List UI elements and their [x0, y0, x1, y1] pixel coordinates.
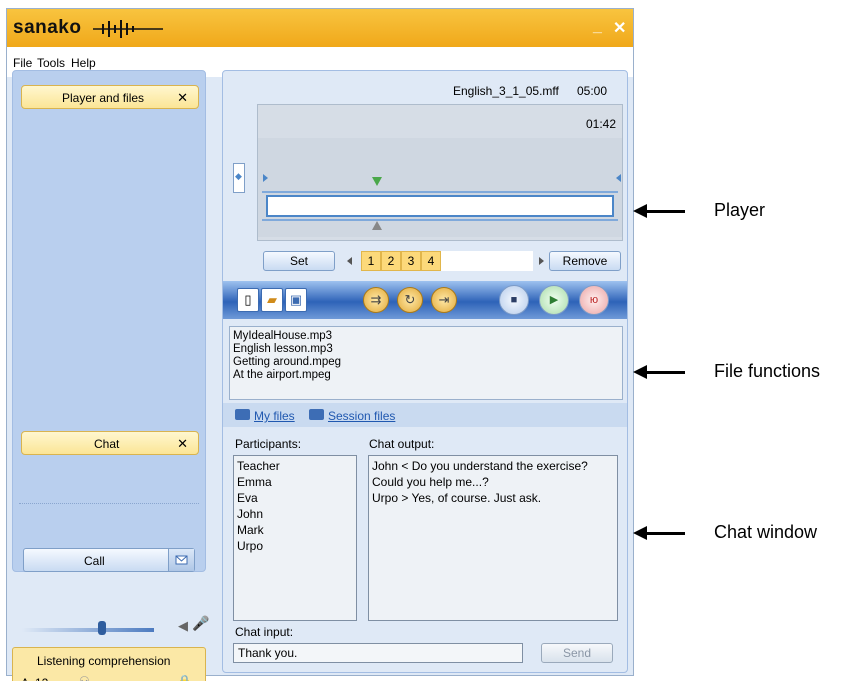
- bookmark-4[interactable]: 4: [421, 251, 441, 271]
- menu-tools[interactable]: Tools: [37, 56, 65, 70]
- player-and-files-label: Player and files: [62, 91, 145, 105]
- player-display: 01:42: [257, 104, 623, 241]
- participant[interactable]: Eva: [237, 490, 353, 506]
- file-item[interactable]: Getting around.mpeg: [233, 356, 619, 369]
- close-player-pill-icon[interactable]: ✕: [177, 90, 188, 106]
- chat-window-arrow-line: [645, 532, 685, 535]
- lock-icon[interactable]: 🔒: [177, 674, 192, 681]
- group-letter: A: [21, 676, 29, 681]
- transfer-icon[interactable]: ⇉: [363, 287, 389, 313]
- media-filename: English_3_1_05.mff: [453, 84, 559, 98]
- volume-slider-knob[interactable]: [98, 621, 106, 635]
- participant[interactable]: John: [237, 506, 353, 522]
- export-icon[interactable]: ⇥: [431, 287, 457, 313]
- file-toolbar: ▯ ▰ ▣ ⇉ ↻ ⇥ ■ ▶ ю: [223, 281, 627, 319]
- title-bar: sanako _ ✕: [7, 9, 633, 47]
- playback-track[interactable]: [266, 195, 614, 217]
- chat-output-label: Chat output:: [369, 437, 435, 451]
- tab-my-files[interactable]: My files: [254, 409, 295, 423]
- chat-input-label: Chat input:: [235, 625, 294, 639]
- tab-session-files[interactable]: Session files: [328, 409, 395, 423]
- my-files-icon: [235, 409, 250, 420]
- new-file-icon[interactable]: ▯: [237, 288, 259, 312]
- file-functions-arrow-icon: [633, 365, 647, 379]
- call-options-button[interactable]: [168, 549, 194, 571]
- volume-slider[interactable]: [22, 628, 154, 632]
- annotation-chat-window: Chat window: [714, 522, 818, 542]
- participant[interactable]: Urpo: [237, 538, 353, 554]
- prev-bookmark-icon[interactable]: [347, 257, 352, 265]
- position-marker-icon[interactable]: [372, 221, 382, 230]
- envelope-icon: [175, 555, 188, 565]
- group-count: 12: [35, 676, 48, 681]
- play-button[interactable]: ▶: [539, 285, 569, 315]
- divider: [19, 503, 199, 504]
- player-arrow-line: [645, 210, 685, 213]
- file-functions-arrow-line: [645, 371, 685, 374]
- chat-output: John < Do you understand the exercise? C…: [368, 455, 618, 621]
- player-and-files-pill[interactable]: Player and files ✕: [21, 85, 199, 109]
- chat-window-arrow-icon: [633, 526, 647, 540]
- close-chat-pill-icon[interactable]: ✕: [177, 436, 188, 452]
- annotation-player: Player: [714, 200, 766, 220]
- file-list: MyIdealHouse.mp3 English lesson.mp3 Gett…: [229, 326, 623, 400]
- set-bookmark-button[interactable]: Set: [263, 251, 335, 271]
- file-item[interactable]: MyIdealHouse.mp3: [233, 330, 619, 343]
- menu-file[interactable]: File: [13, 56, 32, 70]
- students-icon: ⚇: [79, 674, 90, 681]
- chat-pill[interactable]: Chat ✕: [21, 431, 199, 455]
- session-files-icon: [309, 409, 324, 420]
- record-button[interactable]: ю: [579, 285, 609, 315]
- chat-input[interactable]: Thank you.: [233, 643, 523, 663]
- close-button[interactable]: ✕: [613, 18, 626, 38]
- chat-message: Could you help me...?: [372, 475, 489, 489]
- participant[interactable]: Mark: [237, 522, 353, 538]
- open-file-icon[interactable]: ▰: [261, 288, 283, 312]
- file-item[interactable]: At the airport.mpeg: [233, 369, 619, 382]
- bookmark-3[interactable]: 3: [401, 251, 421, 271]
- minimize-button[interactable]: _: [593, 18, 602, 36]
- microphone-icon[interactable]: 🎤: [192, 615, 209, 632]
- call-label: Call: [84, 554, 105, 568]
- listening-comprehension-label: Listening comprehension: [37, 654, 171, 668]
- participants-label: Participants:: [235, 437, 302, 451]
- save-file-icon[interactable]: ▣: [285, 288, 307, 312]
- player-arrow-icon: [633, 204, 647, 218]
- participant[interactable]: Emma: [237, 474, 353, 490]
- send-button[interactable]: Send: [541, 643, 613, 663]
- participant[interactable]: Teacher: [237, 458, 353, 474]
- next-bookmark-icon[interactable]: [539, 257, 544, 265]
- display-band: [258, 138, 622, 237]
- menu-help[interactable]: Help: [71, 56, 96, 70]
- start-marker-icon[interactable]: [372, 177, 382, 186]
- updown-icon: ◆: [235, 171, 242, 181]
- waveform-logo-icon: [93, 20, 163, 38]
- stop-button[interactable]: ■: [499, 285, 529, 315]
- file-item[interactable]: English lesson.mp3: [233, 343, 619, 356]
- elapsed-time: 01:42: [586, 117, 617, 131]
- lesson-status-panel: Listening comprehension A 12 ⚇ 🔒: [12, 647, 206, 681]
- track-mode-toggle[interactable]: ◆: [233, 163, 245, 193]
- track-left-arrow-icon: [263, 174, 268, 182]
- chat-message: Urpo > Yes, of course. Just ask.: [372, 491, 542, 505]
- sanako-logo: sanako: [13, 17, 82, 38]
- call-button[interactable]: Call: [23, 548, 195, 572]
- main-pane: English_3_1_05.mff 05:00 ◆ 01:42 Set 1 2…: [222, 70, 628, 673]
- chat-pill-label: Chat: [94, 437, 120, 451]
- remove-bookmark-button[interactable]: Remove: [549, 251, 621, 271]
- bookmark-2[interactable]: 2: [381, 251, 401, 271]
- media-duration: 05:00: [577, 84, 608, 98]
- file-tabs: My files Session files: [223, 403, 627, 427]
- participants-list: Teacher Emma Eva John Mark Urpo: [233, 455, 357, 621]
- speaker-icon[interactable]: ◀: [178, 618, 188, 634]
- left-sidebar: Player and files ✕ Chat ✕ Call: [12, 70, 206, 572]
- repeat-icon[interactable]: ↻: [397, 287, 423, 313]
- bookmark-1[interactable]: 1: [361, 251, 381, 271]
- chat-message: John < Do you understand the exercise?: [372, 459, 588, 473]
- annotation-file-functions: File functions: [714, 361, 821, 381]
- track-right-arrow-icon: [616, 174, 621, 182]
